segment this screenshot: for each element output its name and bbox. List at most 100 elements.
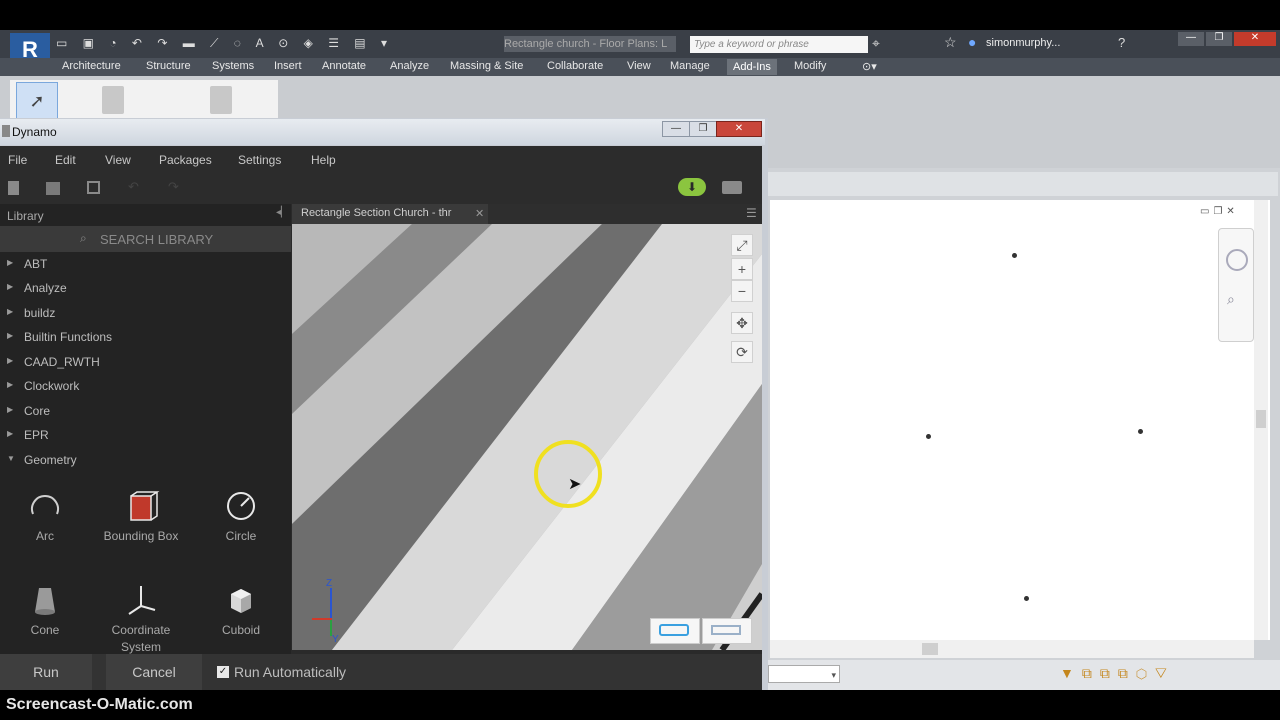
library-category-clockwork[interactable]: ▶ Clockwork [0,374,291,398]
library-node-cuboid[interactable]: Cuboid [196,582,286,639]
dynamo-close-icon[interactable]: ✕ [716,121,762,137]
library-node-circle[interactable]: Circle [196,488,286,545]
tab-architecture[interactable]: Architecture [62,60,121,72]
view-window-controls[interactable]: ▭❐✕ [1200,206,1239,217]
library-node-arc[interactable]: Arc [0,488,90,545]
node-label: Cuboid [221,623,261,637]
tab-collaborate[interactable]: Collaborate [547,60,603,72]
x-axis-line [312,618,332,620]
new-file-icon[interactable] [8,181,19,195]
library-category-epr[interactable]: ▶ EPR [0,423,291,447]
select-pointer-icon[interactable]: ➚ [16,82,58,120]
menu-edit[interactable]: Edit [55,153,76,167]
restore-icon[interactable]: ❐ [1206,32,1232,46]
steering-wheel-icon[interactable] [1226,249,1248,271]
filter-icons[interactable]: ▼⧉⧉⧉⬡▽ [1060,665,1175,682]
zoom-icon[interactable]: ⌕ [1227,291,1235,308]
library-title: Library [7,209,44,223]
floor-plan-view[interactable]: ▭❐✕ ⌕ [770,200,1270,640]
run-bar: Run Cancel ✓ Run Automatically [0,654,762,690]
minimize-icon[interactable]: — [1178,32,1204,46]
revit-view-tabstrip [762,172,1278,196]
user-name[interactable]: simonmurphy... [986,37,1060,49]
dynamo-minimize-icon[interactable]: — [662,121,690,137]
tab-structure[interactable]: Structure [146,60,191,72]
library-node-bounding-box[interactable]: Bounding Box [96,488,186,545]
tab-analyze[interactable]: Analyze [390,60,429,72]
graph-view-toggle[interactable] [702,618,752,644]
library-category-analyze[interactable]: ▶ Analyze [0,276,291,300]
run-automatically-checkbox[interactable]: ✓ [217,666,229,678]
plan-point [1024,596,1029,601]
run-automatically-label[interactable]: Run Automatically [234,664,346,680]
plan-point [1012,253,1017,258]
menu-file[interactable]: File [8,153,27,167]
revit-status-bar: ▾ ▼⧉⧉⧉⬡▽ [760,660,1280,690]
menu-packages[interactable]: Packages [159,153,212,167]
library-category-abt[interactable]: ▶ ABT [0,252,291,276]
tab-insert[interactable]: Insert [274,60,302,72]
addin-button-icon[interactable] [102,86,124,114]
tab-annotate[interactable]: Annotate [322,60,366,72]
ribbon-options-icon[interactable]: ⊙▾ [862,60,877,73]
menu-settings[interactable]: Settings [238,153,281,167]
library-node-coordinate-system[interactable]: Coordinate System [96,582,186,656]
library-search-input[interactable]: ⌕ SEARCH LIBRARY [0,226,291,252]
star-icon[interactable]: ☆ [944,34,957,51]
library-category-buildz[interactable]: ▶ buildz [0,301,291,325]
dynamo-restore-icon[interactable]: ❐ [689,121,717,137]
addin-button-icon[interactable] [210,86,232,114]
package-download-icon[interactable]: ⬇ [678,178,706,196]
dynamo-titlebar[interactable]: Dynamo — ❐ ✕ [0,119,765,145]
workspace-tabbar: Rectangle Section Church - thr ✕ ☰ [292,204,762,224]
library-category-builtin-functions[interactable]: ▶ Builtin Functions [0,325,291,349]
library-category-geometry[interactable]: ▼ Geometry [0,448,291,472]
tab-modify[interactable]: Modify [794,60,826,72]
library-category-core[interactable]: ▶ Core [0,399,291,423]
menu-view[interactable]: View [105,153,131,167]
cuboid-icon [196,582,286,622]
z-axis-label: Z [326,578,333,589]
help-icon[interactable]: ? [1118,35,1125,50]
tab-massing-site[interactable]: Massing & Site [450,60,523,72]
navigation-bar[interactable]: ⌕ [1218,228,1254,342]
binoculars-icon[interactable]: ⌖ [872,35,880,52]
background-preview-toggle[interactable] [650,618,700,644]
zoom-in-icon[interactable]: + [731,258,753,280]
tab-add-ins[interactable]: Add-Ins [727,59,777,75]
search-icon: ⌕ [80,231,87,245]
tab-manage[interactable]: Manage [670,60,710,72]
tab-view[interactable]: View [627,60,651,72]
collapse-library-icon[interactable]: ◂▏ [276,207,289,218]
zoom-extents-icon[interactable]: ⤢ [731,234,753,256]
close-icon[interactable]: ✕ [1234,32,1276,46]
search-input[interactable]: Type a keyword or phrase [690,36,868,53]
tab-menu-icon[interactable]: ☰ [746,206,757,220]
workspace-tab[interactable]: Rectangle Section Church - thr ✕ [292,204,488,224]
revit-titlebar: R ▭ ▣ ◔ ↶ ↷ ▬ ⟋ ◌ A ⊙ ◈ ☰ ▤ ▾ Rectangle … [0,30,1280,67]
undo-icon[interactable]: ↶ [128,179,139,195]
close-tab-icon[interactable]: ✕ [475,207,484,220]
open-file-icon[interactable] [46,182,60,195]
horizontal-scrollbar[interactable] [770,640,1254,658]
save-icon[interactable] [87,181,100,194]
revit-ribbon-tabs: Architecture Structure Systems Insert An… [0,58,1280,76]
library-category-caad-rwth[interactable]: ▶ CAAD_RWTH [0,350,291,374]
background-3d-preview[interactable]: ➤ ⤢ + − ✥ ⟳ Z Y [292,224,762,650]
orbit-icon[interactable]: ⟳ [731,341,753,363]
menu-help[interactable]: Help [311,153,336,167]
zoom-out-icon[interactable]: − [731,280,753,302]
workset-dropdown[interactable]: ▾ [768,665,840,683]
camera-icon[interactable] [722,181,742,194]
redo-icon[interactable]: ↷ [168,179,179,195]
quick-access-toolbar[interactable]: ▭ ▣ ◔ ↶ ↷ ▬ ⟋ ◌ A ⊙ ◈ ☰ ▤ ▾ [56,36,486,52]
node-label: Bounding Box [103,529,179,543]
user-icon[interactable]: ● [968,34,976,50]
run-button[interactable]: Run [0,654,92,690]
cancel-button[interactable]: Cancel [106,654,202,690]
vertical-scrollbar[interactable] [1254,200,1268,640]
tab-systems[interactable]: Systems [212,60,254,72]
library-node-cone[interactable]: Cone [0,582,90,639]
bottom-bar: Screencast-O-Matic.com [0,690,1280,720]
pan-icon[interactable]: ✥ [731,312,753,334]
